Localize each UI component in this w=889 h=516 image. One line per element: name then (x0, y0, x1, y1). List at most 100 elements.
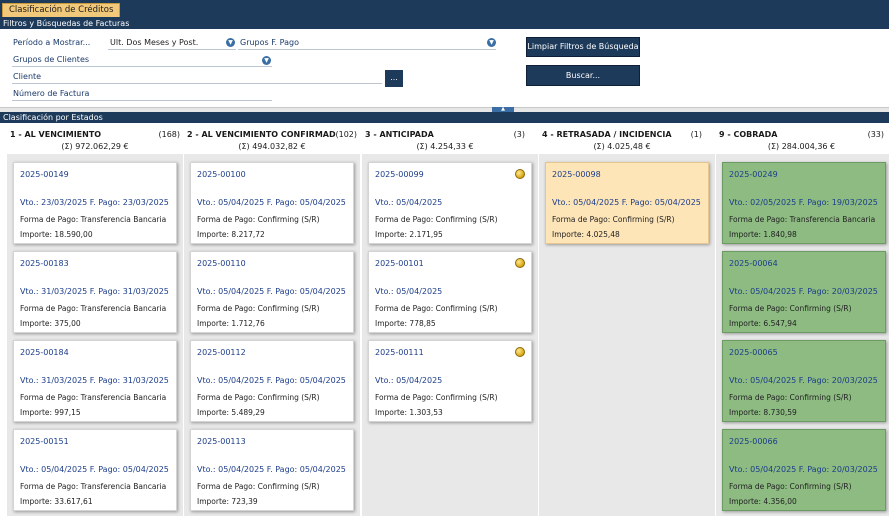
grupos-clientes-select[interactable] (12, 66, 272, 67)
invoice-card[interactable]: 2025-00113 Vto.: 05/04/2025 F. Pago: 05/… (190, 429, 354, 511)
invoice-dates: Vto.: 05/04/2025 F. Pago: 20/03/2025 (729, 376, 878, 385)
invoice-number[interactable]: 2025-00065 (729, 348, 778, 357)
invoice-dates: Vto.: 31/03/2025 F. Pago: 31/03/2025 (20, 376, 169, 385)
invoice-card[interactable]: 2025-00066 Vto.: 05/04/2025 F. Pago: 20/… (722, 429, 886, 511)
periodo-dropdown-icon[interactable]: ▼ (226, 38, 235, 47)
column-header-anticipada: 3 - ANTICIPADA (3) (Σ) 4.254,33 € (365, 130, 525, 154)
invoice-dates: Vto.: 02/05/2025 F. Pago: 19/03/2025 (729, 198, 878, 207)
column-title: 4 - RETRASADA / INCIDENCIA (542, 130, 672, 139)
cliente-search-button[interactable]: ... (385, 70, 403, 87)
invoice-number[interactable]: 2025-00100 (197, 170, 246, 179)
column-total: (Σ) 284.004,36 € (767, 142, 836, 151)
numero-factura-input[interactable] (12, 100, 272, 101)
invoice-payment-method: Forma de Pago: Confirming (S/R) (197, 215, 320, 224)
invoice-dates: Vto.: 05/04/2025 (375, 287, 443, 296)
invoice-number[interactable]: 2025-00183 (20, 259, 69, 268)
invoice-payment-method: Forma de Pago: Confirming (S/R) (375, 304, 498, 313)
invoice-amount: Importe: 1.712,76 (197, 319, 265, 328)
invoice-number[interactable]: 2025-00066 (729, 437, 778, 446)
invoice-amount: Importe: 8.217,72 (197, 230, 265, 239)
invoice-dates: Vto.: 05/04/2025 F. Pago: 05/04/2025 (552, 198, 701, 207)
invoice-card[interactable]: 2025-00151 Vto.: 05/04/2025 F. Pago: 05/… (13, 429, 177, 511)
invoice-number[interactable]: 2025-00099 (375, 170, 424, 179)
invoice-card[interactable]: 2025-00149 Vto.: 23/03/2025 F. Pago: 23/… (13, 162, 177, 244)
invoice-payment-method: Forma de Pago: Confirming (S/R) (197, 482, 320, 491)
invoice-amount: Importe: 6.547,94 (729, 319, 797, 328)
invoice-number[interactable]: 2025-00111 (375, 348, 424, 357)
column-header-al-vencimiento-confirmado: 2 - AL VENCIMIENTO CONFIRMAD (102) (Σ) 4… (187, 130, 357, 154)
invoice-card[interactable]: 2025-00098 Vto.: 05/04/2025 F. Pago: 05/… (545, 162, 709, 244)
column-cobrada: 2025-00249 Vto.: 02/05/2025 F. Pago: 19/… (716, 154, 889, 516)
search-button[interactable]: Buscar... (526, 65, 640, 86)
invoice-dates: Vto.: 31/03/2025 F. Pago: 31/03/2025 (20, 287, 169, 296)
column-count: (3) (513, 130, 525, 139)
column-title: 2 - AL VENCIMIENTO CONFIRMAD (187, 130, 336, 139)
invoice-dates: Vto.: 05/04/2025 F. Pago: 05/04/2025 (197, 198, 346, 207)
column-retrasada-incidencia: 2025-00098 Vto.: 05/04/2025 F. Pago: 05/… (539, 154, 715, 516)
invoice-payment-method: Forma de Pago: Confirming (S/R) (729, 304, 852, 313)
numero-factura-label: Número de Factura (13, 89, 90, 98)
invoice-number[interactable]: 2025-00149 (20, 170, 69, 179)
column-anticipada: 2025-00099 Vto.: 05/04/2025 Forma de Pag… (362, 154, 538, 516)
invoice-payment-method: Forma de Pago: Confirming (S/R) (552, 215, 675, 224)
invoice-payment-method: Forma de Pago: Confirming (S/R) (729, 482, 852, 491)
invoice-number[interactable]: 2025-00249 (729, 170, 778, 179)
column-title: 1 - AL VENCIMIENTO (10, 130, 102, 139)
coin-icon (515, 347, 525, 357)
periodo-select[interactable]: Ult. Dos Meses y Post. (110, 38, 198, 47)
invoice-payment-method: Forma de Pago: Confirming (S/R) (197, 393, 320, 402)
invoice-amount: Importe: 375,00 (20, 319, 81, 328)
coin-icon (515, 169, 525, 179)
invoice-dates: Vto.: 05/04/2025 (375, 376, 443, 385)
invoice-amount: Importe: 2.171,95 (375, 230, 443, 239)
invoice-number[interactable]: 2025-00110 (197, 259, 246, 268)
grupos-pago-select[interactable] (238, 49, 496, 50)
invoice-card[interactable]: 2025-00112 Vto.: 05/04/2025 F. Pago: 05/… (190, 340, 354, 422)
periodo-underline (108, 49, 236, 50)
invoice-payment-method: Forma de Pago: Confirming (S/R) (375, 393, 498, 402)
column-title: 3 - ANTICIPADA (365, 130, 434, 139)
grupos-clientes-dropdown-icon[interactable]: ▼ (262, 56, 271, 65)
invoice-card[interactable]: 2025-00101 Vto.: 05/04/2025 Forma de Pag… (368, 251, 532, 333)
column-total: (Σ) 494.032,82 € (238, 142, 306, 151)
invoice-number[interactable]: 2025-00151 (20, 437, 69, 446)
grupos-clientes-label: Grupos de Clientes (13, 55, 90, 64)
invoice-amount: Importe: 18.590,00 (20, 230, 93, 239)
invoice-payment-method: Forma de Pago: Confirming (S/R) (729, 393, 852, 402)
invoice-number[interactable]: 2025-00184 (20, 348, 69, 357)
invoice-dates: Vto.: 05/04/2025 F. Pago: 05/04/2025 (197, 465, 346, 474)
invoice-number[interactable]: 2025-00113 (197, 437, 246, 446)
invoice-payment-method: Forma de Pago: Transferencia Bancaria (729, 215, 876, 224)
cliente-input[interactable] (12, 83, 382, 84)
column-title: 9 - COBRADA (719, 130, 778, 139)
invoice-card[interactable]: 2025-00183 Vto.: 31/03/2025 F. Pago: 31/… (13, 251, 177, 333)
invoice-card[interactable]: 2025-00184 Vto.: 31/03/2025 F. Pago: 31/… (13, 340, 177, 422)
clear-filters-button[interactable]: Limpiar Filtros de Búsqueda (526, 37, 640, 57)
filters-panel: Período a Mostrar... Ult. Dos Meses y Po… (0, 29, 889, 107)
invoice-payment-method: Forma de Pago: Transferencia Bancaria (20, 215, 167, 224)
invoice-card[interactable]: 2025-00099 Vto.: 05/04/2025 Forma de Pag… (368, 162, 532, 244)
invoice-dates: Vto.: 05/04/2025 F. Pago: 20/03/2025 (729, 465, 878, 474)
invoice-number[interactable]: 2025-00101 (375, 259, 424, 268)
grupos-pago-label: Grupos F. Pago (240, 38, 299, 47)
invoice-number[interactable]: 2025-00098 (552, 170, 601, 179)
grupos-pago-dropdown-icon[interactable]: ▼ (487, 38, 496, 47)
invoice-payment-method: Forma de Pago: Confirming (S/R) (197, 304, 320, 313)
column-count: (168) (158, 130, 180, 139)
cliente-label: Cliente (13, 72, 42, 81)
column-header-cobrada: 9 - COBRADA (33) (Σ) 284.004,36 € (719, 130, 884, 154)
invoice-card[interactable]: 2025-00110 Vto.: 05/04/2025 F. Pago: 05/… (190, 251, 354, 333)
invoice-amount: Importe: 778,85 (375, 319, 436, 328)
invoice-card[interactable]: 2025-00100 Vto.: 05/04/2025 F. Pago: 05/… (190, 162, 354, 244)
invoice-amount: Importe: 1.303,53 (375, 408, 443, 417)
invoice-amount: Importe: 1.840,98 (729, 230, 797, 239)
invoice-payment-method: Forma de Pago: Transferencia Bancaria (20, 482, 167, 491)
invoice-card[interactable]: 2025-00249 Vto.: 02/05/2025 F. Pago: 19/… (722, 162, 886, 244)
invoice-number[interactable]: 2025-00112 (197, 348, 246, 357)
invoice-number[interactable]: 2025-00064 (729, 259, 778, 268)
invoice-amount: Importe: 723,39 (197, 497, 258, 506)
invoice-card[interactable]: 2025-00065 Vto.: 05/04/2025 F. Pago: 20/… (722, 340, 886, 422)
invoice-card[interactable]: 2025-00111 Vto.: 05/04/2025 Forma de Pag… (368, 340, 532, 422)
tab-clasificacion-creditos[interactable]: Clasificación de Créditos (2, 3, 121, 17)
invoice-card[interactable]: 2025-00064 Vto.: 05/04/2025 F. Pago: 20/… (722, 251, 886, 333)
